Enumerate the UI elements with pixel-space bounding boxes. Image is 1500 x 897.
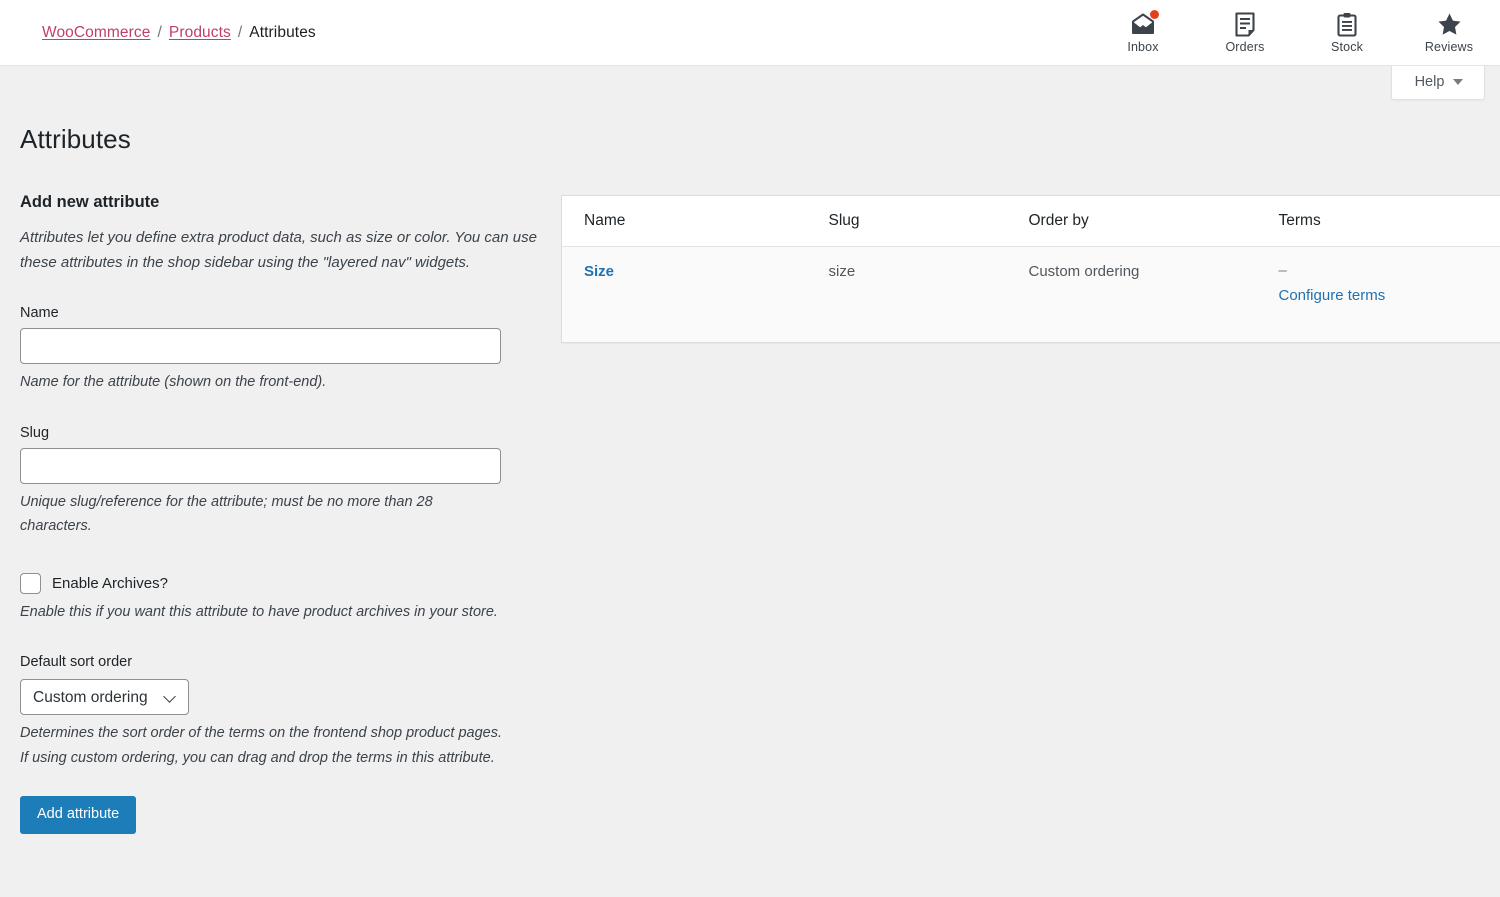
column-header-name: Name xyxy=(562,196,807,247)
content-columns: Add new attribute Attributes let you def… xyxy=(20,193,1484,834)
attribute-slug-input[interactable] xyxy=(20,448,501,484)
breadcrumb-link-products[interactable]: Products xyxy=(169,24,231,42)
slug-field-group: Slug Unique slug/reference for the attri… xyxy=(20,425,540,539)
enable-archives-row: Enable Archives? xyxy=(20,573,540,594)
table-header-row: Name Slug Order by Terms xyxy=(562,196,1500,247)
page-content: Attributes Add new attribute Attributes … xyxy=(0,124,1500,834)
notification-badge-dot xyxy=(1150,10,1159,19)
slug-field-label: Slug xyxy=(20,425,540,441)
cell-attribute-slug: size xyxy=(807,247,1007,343)
nav-item-inbox[interactable]: Inbox xyxy=(1092,0,1194,66)
table-body: Size size Custom ordering – Configure te… xyxy=(562,247,1500,343)
enable-archives-hint: Enable this if you want this attribute t… xyxy=(20,600,505,625)
attributes-table: Name Slug Order by Terms Size size Custo… xyxy=(561,195,1500,343)
inbox-envelope-icon xyxy=(1130,11,1156,37)
top-navigation: Inbox Orders xyxy=(1092,0,1500,66)
top-header-bar: WooCommerce / Products / Attributes Inbo… xyxy=(0,0,1500,66)
add-attribute-form: Add new attribute Attributes let you def… xyxy=(20,193,540,834)
slug-field-hint: Unique slug/reference for the attribute;… xyxy=(20,490,505,539)
breadcrumb-current-attributes: Attributes xyxy=(249,24,315,42)
attributes-table-container: Name Slug Order by Terms Size size Custo… xyxy=(561,195,1500,343)
star-icon xyxy=(1436,11,1462,37)
help-button-label: Help xyxy=(1415,74,1445,90)
document-icon xyxy=(1232,11,1258,37)
nav-item-reviews[interactable]: Reviews xyxy=(1398,0,1500,66)
name-field-hint: Name for the attribute (shown on the fro… xyxy=(20,370,505,395)
sort-order-hint: Determines the sort order of the terms o… xyxy=(20,721,505,770)
breadcrumb-separator: / xyxy=(238,24,242,42)
cell-attribute-order-by: Custom ordering xyxy=(1007,247,1257,343)
form-heading: Add new attribute xyxy=(20,193,540,212)
column-header-order-by: Order by xyxy=(1007,196,1257,247)
sort-order-group: Default sort order Custom ordering Deter… xyxy=(20,654,540,770)
nav-item-stock[interactable]: Stock xyxy=(1296,0,1398,66)
configure-terms-link[interactable]: Configure terms xyxy=(1279,287,1386,304)
cell-attribute-terms: – Configure terms xyxy=(1257,247,1500,343)
sort-order-label: Default sort order xyxy=(20,654,540,670)
nav-item-orders[interactable]: Orders xyxy=(1194,0,1296,66)
attribute-name-input[interactable] xyxy=(20,328,501,364)
enable-archives-label[interactable]: Enable Archives? xyxy=(52,575,168,592)
table-head: Name Slug Order by Terms xyxy=(562,196,1500,247)
add-attribute-button[interactable]: Add attribute xyxy=(20,796,136,834)
help-button-container: Help xyxy=(1391,66,1485,100)
nav-item-label: Inbox xyxy=(1127,40,1158,54)
table-row: Size size Custom ordering – Configure te… xyxy=(562,247,1500,343)
nav-item-label: Stock xyxy=(1331,40,1363,54)
default-sort-order-select[interactable]: Custom ordering xyxy=(20,679,189,715)
breadcrumb-link-woocommerce[interactable]: WooCommerce xyxy=(42,24,150,42)
cell-attribute-name: Size xyxy=(562,247,807,343)
name-field-group: Name Name for the attribute (shown on th… xyxy=(20,305,540,395)
breadcrumb: WooCommerce / Products / Attributes xyxy=(42,24,316,42)
breadcrumb-separator: / xyxy=(157,24,161,42)
clipboard-icon xyxy=(1334,11,1360,37)
chevron-down-icon xyxy=(1453,79,1463,85)
page-title: Attributes xyxy=(20,124,1484,155)
column-header-terms: Terms xyxy=(1257,196,1500,247)
enable-archives-checkbox[interactable] xyxy=(20,573,41,594)
sort-order-select-wrapper: Custom ordering xyxy=(20,679,189,715)
terms-empty-value: – xyxy=(1279,263,1500,279)
form-description: Attributes let you define extra product … xyxy=(20,226,540,275)
name-field-label: Name xyxy=(20,305,540,321)
help-button[interactable]: Help xyxy=(1391,66,1485,100)
attribute-name-link[interactable]: Size xyxy=(584,263,614,280)
nav-item-label: Reviews xyxy=(1425,40,1473,54)
nav-item-label: Orders xyxy=(1225,40,1264,54)
column-header-slug: Slug xyxy=(807,196,1007,247)
